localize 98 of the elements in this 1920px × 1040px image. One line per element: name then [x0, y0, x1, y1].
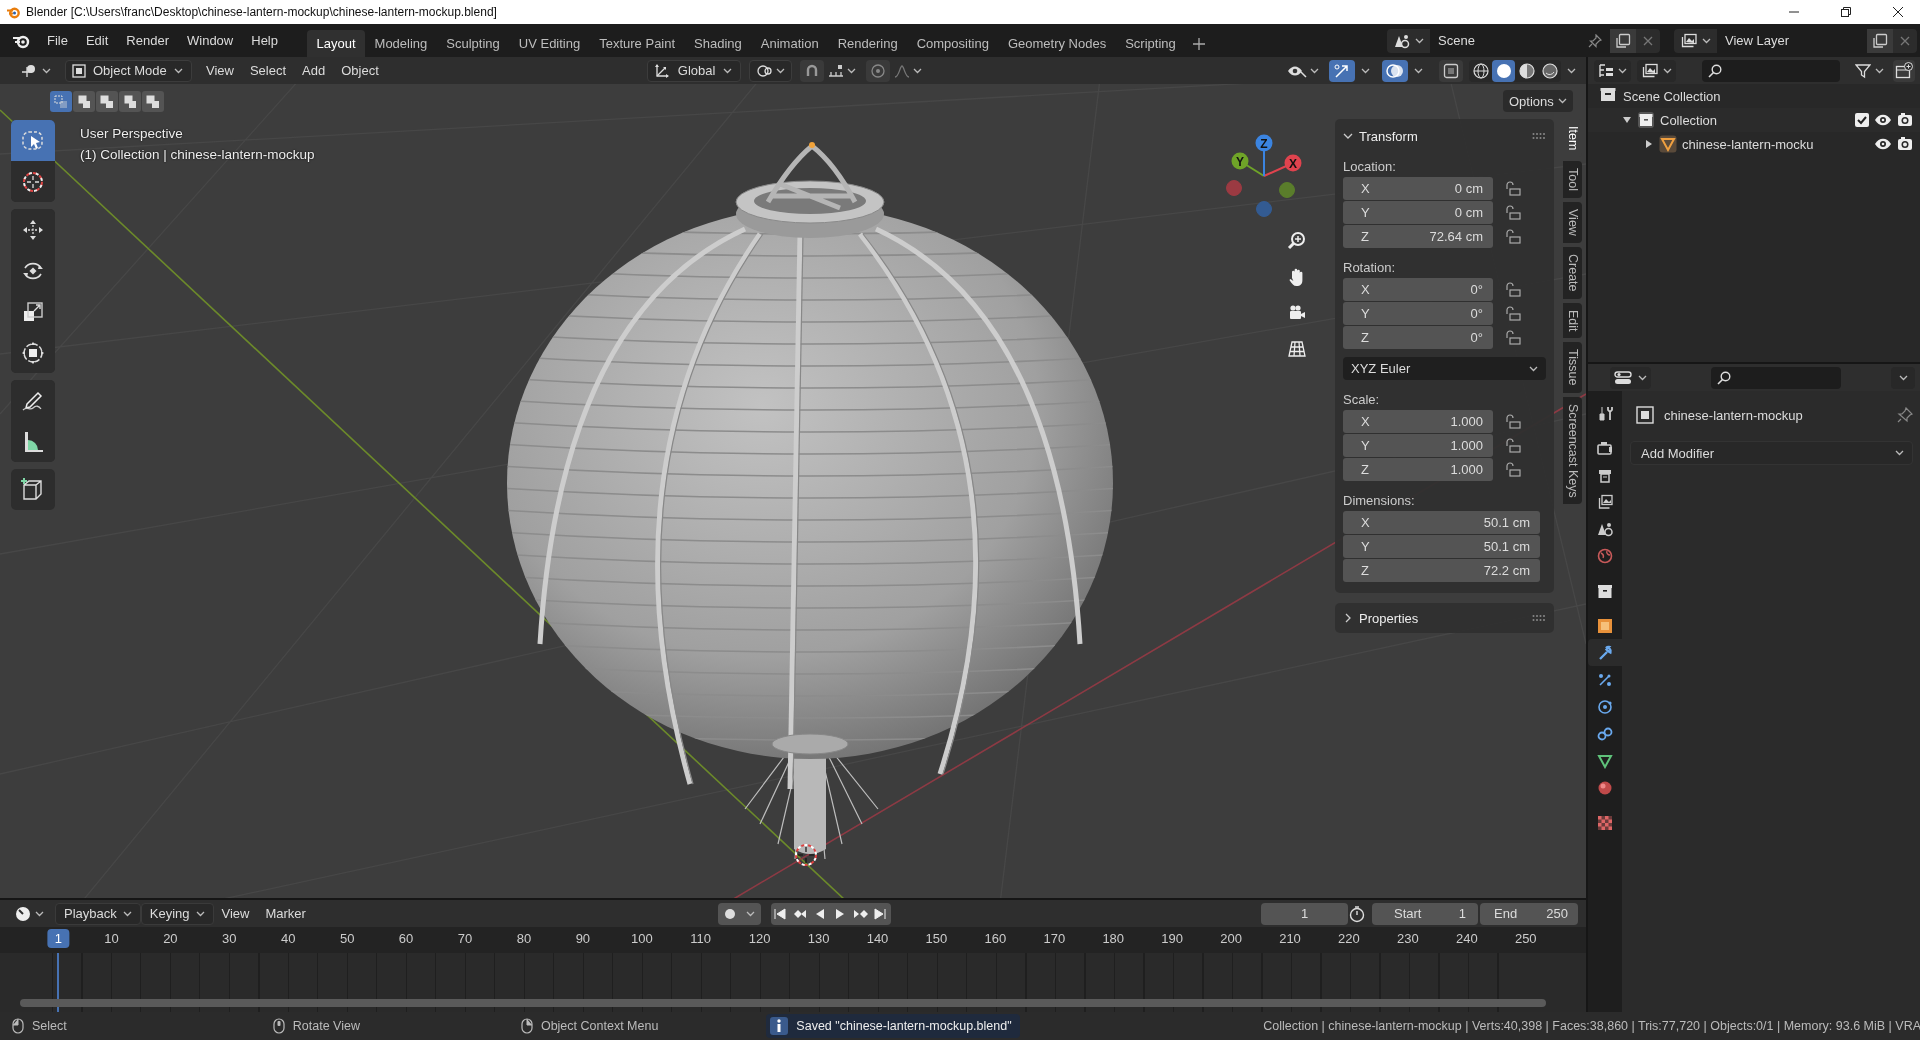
number-field[interactable]: Y 1.000 — [1343, 434, 1493, 457]
workspace-tab[interactable]: Sculpting — [436, 30, 510, 57]
frame-number: 100 — [630, 931, 653, 946]
group-label: Scale: — [1343, 391, 1380, 407]
frame-number: 230 — [1397, 931, 1419, 946]
number-field[interactable]: Z 72.64 cm — [1343, 225, 1493, 248]
workspace-tab[interactable]: Modeling — [365, 30, 437, 57]
menu-item[interactable]: Select — [241, 59, 295, 82]
object-name: chinese-lantern-mockup — [1664, 407, 1803, 423]
options-dropdown[interactable]: Options — [1503, 90, 1573, 112]
workspace-tab[interactable]: Scripting — [1115, 30, 1186, 57]
frame-number: 70 — [457, 931, 473, 946]
mode-dropdown[interactable]: Object Mode — [65, 59, 192, 82]
number-field[interactable]: Y 0 cm — [1343, 201, 1493, 224]
current-frame-marker[interactable]: 1 — [47, 929, 69, 948]
frame-number: 110 — [690, 931, 712, 946]
axis-handle[interactable]: Y — [1231, 152, 1265, 177]
group-label: Location: — [1343, 158, 1396, 174]
sidebar-tab[interactable]: View — [1563, 202, 1582, 244]
frame-number: 190 — [1161, 931, 1183, 946]
status-hint: Object Context Menu — [540, 1019, 659, 1033]
frame-number: 80 — [516, 931, 532, 946]
frame-number: 10 — [104, 931, 119, 946]
number-field[interactable]: X 0° — [1343, 278, 1493, 301]
sidebar-tab[interactable]: Tissue — [1563, 342, 1582, 393]
frame-number: 200 — [1220, 931, 1242, 946]
group-label: Dimensions: — [1343, 492, 1415, 508]
sidebar-tab[interactable]: Screencast Keys — [1563, 396, 1582, 505]
frame-number: 160 — [984, 931, 1007, 946]
outliner-item[interactable]: Scene Collection — [1623, 88, 1721, 104]
menu-item[interactable]: Window — [178, 28, 243, 53]
frame-number: 170 — [1043, 931, 1066, 946]
workspace-tab[interactable]: Compositing — [907, 30, 999, 57]
group-label: Rotation: — [1343, 259, 1396, 275]
sidebar-tab[interactable]: Edit — [1563, 302, 1582, 339]
workspace-tab[interactable]: Texture Paint — [589, 30, 685, 57]
frame-number: 250 — [1514, 931, 1537, 946]
status-message: Saved "chinese-lantern-mockup.blend" — [766, 1014, 1020, 1038]
workspace-tab[interactable]: Rendering — [828, 30, 908, 57]
end-frame-field[interactable]: End 250 — [1480, 902, 1578, 925]
frame-number: 180 — [1102, 931, 1125, 946]
menu-item[interactable]: View — [198, 59, 242, 82]
frame-number: 20 — [163, 931, 178, 946]
menu-item[interactable]: Add — [294, 59, 334, 82]
menu-item[interactable]: Object — [333, 59, 387, 82]
scene-field[interactable]: Scene — [1430, 28, 1610, 53]
frame-number: 140 — [866, 931, 889, 946]
rotation-mode-dropdown[interactable]: XYZ Euler — [1343, 357, 1546, 380]
menu-item[interactable]: View — [213, 902, 258, 925]
frame-number: 120 — [748, 931, 771, 946]
workspace-tab[interactable]: Animation — [751, 30, 829, 57]
sidebar-tab[interactable]: Tool — [1563, 161, 1582, 199]
menu-item[interactable]: Render — [117, 28, 178, 53]
status-hint: Select — [32, 1019, 67, 1033]
panel-title[interactable]: Transform — [1359, 128, 1418, 144]
frame-number: 30 — [222, 931, 237, 946]
frame-number: 40 — [281, 931, 296, 946]
menu-item[interactable]: Keying — [140, 902, 214, 925]
frame-number: 240 — [1455, 931, 1478, 946]
workspace-tab[interactable]: Shading — [684, 30, 752, 57]
number-field[interactable]: Z 1.000 — [1343, 458, 1493, 481]
window-title: Blender [C:\Users\franc\Desktop\chinese-lantern-mockup\chinese-lantern-mockup.blend] — [26, 5, 497, 19]
number-field[interactable]: Y 50.1 cm — [1343, 535, 1540, 558]
start-frame-field[interactable]: Start 1 — [1372, 902, 1478, 925]
workspace-tab[interactable]: UV Editing — [509, 30, 590, 57]
number-field[interactable]: Z 0° — [1343, 326, 1493, 349]
number-field[interactable]: Y 0° — [1343, 302, 1493, 325]
menu-item[interactable]: Edit — [76, 28, 118, 53]
current-frame-field[interactable]: 1 — [1261, 902, 1348, 925]
orientation-dropdown[interactable]: Global — [646, 59, 741, 82]
frame-number: 210 — [1279, 931, 1301, 946]
menu-item[interactable]: File — [38, 28, 77, 53]
number-field[interactable]: X 0 cm — [1343, 177, 1493, 200]
workspace-tab[interactable]: Geometry Nodes — [998, 30, 1116, 57]
outliner-item[interactable]: chinese-lantern-mocku — [1682, 136, 1814, 152]
number-field[interactable]: X 1.000 — [1343, 410, 1493, 433]
menu-item[interactable]: Marker — [257, 902, 314, 925]
frame-number: 60 — [398, 931, 414, 946]
sidebar-tab[interactable]: Create — [1563, 247, 1582, 299]
add-modifier-dropdown[interactable]: Add Modifier — [1630, 441, 1913, 465]
frame-number: 130 — [807, 931, 830, 946]
status-hint: Rotate View — [292, 1019, 360, 1033]
view-name: User Perspective — [80, 126, 184, 141]
panel-title[interactable]: Properties — [1359, 610, 1419, 626]
frame-number: 150 — [925, 931, 948, 946]
view-info: (1) Collection | chinese-lantern-mockup — [80, 147, 315, 162]
workspace-tab[interactable]: Layout — [307, 30, 366, 57]
axis-handle[interactable]: Z — [1255, 134, 1273, 177]
frame-number: 90 — [575, 931, 591, 946]
number-field[interactable]: Z 72.2 cm — [1343, 559, 1540, 582]
axis-handle[interactable]: X — [1263, 154, 1302, 177]
menu-item[interactable]: Help — [242, 28, 287, 53]
frame-number: 220 — [1338, 931, 1360, 946]
outliner-item[interactable]: Collection — [1660, 112, 1718, 128]
number-field[interactable]: X 50.1 cm — [1343, 511, 1540, 534]
view-layer-field[interactable]: View Layer — [1717, 28, 1867, 53]
frame-number: 50 — [339, 931, 355, 946]
menu-item[interactable]: Playback — [55, 902, 141, 925]
